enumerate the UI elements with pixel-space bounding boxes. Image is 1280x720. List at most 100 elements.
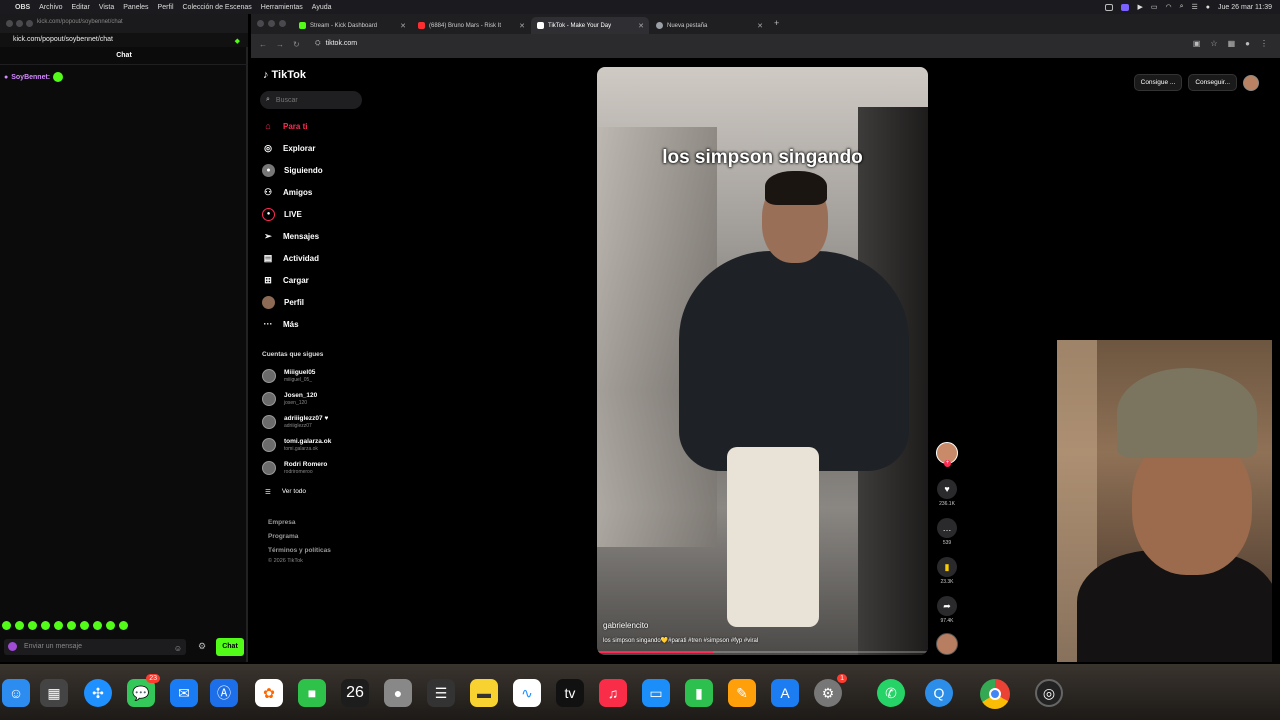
contacts-icon[interactable]: ● (384, 679, 412, 707)
music-icon[interactable]: ♫ (599, 679, 627, 707)
nav-cargar[interactable]: ⊞ Cargar (262, 272, 309, 288)
wifi-icon[interactable]: ◠ (1165, 3, 1171, 11)
emote-icon[interactable] (2, 621, 11, 630)
play-icon[interactable]: ▶ (1137, 3, 1142, 11)
url-field[interactable]: ⛭ tiktok.com (315, 40, 357, 48)
tab-new[interactable]: Nueva pestaña ✕ (650, 17, 768, 34)
settings-icon[interactable]: ⚙ 1 (814, 674, 847, 707)
emote-icon[interactable] (93, 621, 102, 630)
menubar-item-archivo[interactable]: Archivo (39, 4, 62, 11)
control-center-icon[interactable]: ☰ (1192, 3, 1198, 11)
get-coins-button[interactable]: Consigue ... (1133, 74, 1183, 91)
search-icon[interactable]: ⌕ (1180, 3, 1184, 11)
menubar-item-vista[interactable]: Vista (99, 4, 114, 11)
emote-icon[interactable] (28, 621, 37, 630)
chat-message-input[interactable]: Enviar un mensaje ☺ (4, 639, 186, 655)
extensions-icon[interactable]: ▦ (1228, 39, 1236, 48)
forward-icon[interactable]: → (276, 40, 284, 49)
profile-icon[interactable]: ● (1245, 39, 1250, 48)
notes-icon[interactable]: ▬ (470, 679, 498, 707)
whatsapp-icon[interactable]: ✆ (877, 679, 905, 707)
nav-live[interactable]: ● LIVE (262, 206, 302, 222)
finder-icon[interactable]: ☺ (2, 679, 30, 707)
menu-icon[interactable]: ⋮ (1260, 39, 1268, 48)
zoom-window-button[interactable] (279, 20, 286, 27)
menubar-item-paneles[interactable]: Paneles (123, 4, 148, 11)
chat-message-user[interactable]: SoyBennet: (11, 74, 50, 81)
emote-icon[interactable] (67, 621, 76, 630)
reminders-icon[interactable]: ☰ (427, 679, 455, 707)
gear-icon[interactable]: ⚙ (198, 641, 206, 652)
close-icon[interactable]: ✕ (757, 22, 763, 30)
freeform-icon[interactable]: ∿ (513, 679, 541, 707)
shield-icon[interactable]: ◆ (235, 35, 240, 49)
nav-perfil[interactable]: Perfil (262, 294, 304, 310)
footer-link-empresa[interactable]: Empresa (268, 519, 295, 526)
close-icon[interactable]: ✕ (519, 22, 525, 30)
get-app-button[interactable]: Conseguir... (1188, 74, 1237, 91)
comment-button[interactable]: … 539 (935, 518, 959, 546)
nav-para-ti[interactable]: ⌂ Para ti (262, 118, 307, 134)
nav-mas[interactable]: ··· Más (262, 316, 299, 332)
emote-icon[interactable] (15, 621, 24, 630)
appstore-icon[interactable]: Ⓐ (210, 679, 238, 707)
chat-send-button[interactable]: Chat (216, 638, 244, 656)
my-avatar[interactable] (1243, 74, 1259, 91)
menubar-item-ayuda[interactable]: Ayuda (312, 4, 332, 11)
tiktok-logo[interactable]: ♪ TikTok (263, 69, 306, 81)
tab-youtube[interactable]: (6884) Bruno Mars - Risk It ✕ (412, 17, 530, 34)
video-description[interactable]: los simpson singando💛#parati #tren #simp… (603, 637, 758, 644)
user-icon[interactable]: ● (1206, 4, 1210, 11)
nav-actividad[interactable]: ▤ Actividad (262, 250, 319, 266)
share-button[interactable]: ➦ 97.4K (935, 596, 959, 624)
site-info-icon[interactable]: ⛭ (315, 40, 321, 48)
messages-icon[interactable]: 💬 23 (127, 674, 160, 707)
menubar-item-colecciones[interactable]: Colección de Escenas (183, 4, 252, 11)
emote-icon[interactable] (41, 621, 50, 630)
following-account[interactable]: Josen_120 josen_120 (262, 392, 317, 406)
qbittorrent-icon[interactable]: Q (925, 679, 953, 707)
obs-icon[interactable]: ◎ (1035, 679, 1063, 707)
save-button[interactable]: ▮ 23.3K (935, 557, 959, 585)
emoji-icon[interactable]: ☺ (174, 641, 182, 657)
close-window-button[interactable] (6, 20, 13, 27)
tab-tiktok[interactable]: TikTok - Make Your Day ✕ (531, 17, 649, 34)
nav-amigos[interactable]: ⚇ Amigos (262, 184, 312, 200)
footer-link-terminos[interactable]: Términos y políticas (268, 547, 331, 554)
video-player[interactable]: los simpson singando gabrielencito los s… (597, 67, 928, 655)
footer-link-programa[interactable]: Programa (268, 533, 298, 540)
following-account[interactable]: Rodri Romero rodriromeroo (262, 461, 327, 475)
new-tab-button[interactable]: + (774, 18, 779, 28)
facetime-icon[interactable]: ■ (298, 679, 326, 707)
close-window-button[interactable] (257, 20, 264, 27)
calendar-icon[interactable]: 26 (341, 679, 369, 707)
menubar-datetime[interactable]: Jue 26 mar 11:39 (1218, 4, 1272, 11)
appletv-icon[interactable]: tv (556, 679, 584, 707)
tab-kick-dashboard[interactable]: Stream - Kick Dashboard ✕ (293, 17, 411, 34)
tray-icon[interactable] (1105, 3, 1114, 11)
xcode-icon[interactable]: A (771, 679, 799, 707)
battery-icon[interactable]: ▭ (1151, 3, 1158, 11)
numbers-icon[interactable]: ▮ (685, 679, 713, 707)
search-input[interactable]: ⌕ Buscar (260, 91, 362, 109)
close-icon[interactable]: ✕ (400, 22, 406, 30)
video-username[interactable]: gabrielencito (603, 621, 648, 630)
zoom-window-button[interactable] (26, 20, 33, 27)
emote-icon[interactable] (119, 621, 128, 630)
menubar-item-herramientas[interactable]: Herramientas (261, 4, 303, 11)
chat-url-bar[interactable]: kick.com/popout/soybennet/chat ◆ (0, 33, 248, 47)
menubar-item-editar[interactable]: Editar (72, 4, 90, 11)
music-disc-icon[interactable] (936, 633, 958, 655)
close-icon[interactable]: ✕ (638, 22, 644, 30)
following-account[interactable]: tomi.galarza.ok tomi.galarza.ok (262, 438, 331, 452)
pages-icon[interactable]: ✎ (728, 679, 756, 707)
minimize-window-button[interactable] (268, 20, 275, 27)
like-button[interactable]: ♥ 236.1K (935, 479, 959, 507)
mail-icon[interactable]: ✉ (170, 679, 198, 707)
following-account[interactable]: adriiiglezz07 ♥ adriiiglezz07 (262, 415, 328, 429)
emote-icon[interactable] (106, 621, 115, 630)
nav-mensajes[interactable]: ➢ Mensajes (262, 228, 319, 244)
nav-explorar[interactable]: ◎ Explorar (262, 140, 315, 156)
back-icon[interactable]: ← (259, 40, 267, 49)
chrome-icon[interactable] (980, 679, 1010, 709)
